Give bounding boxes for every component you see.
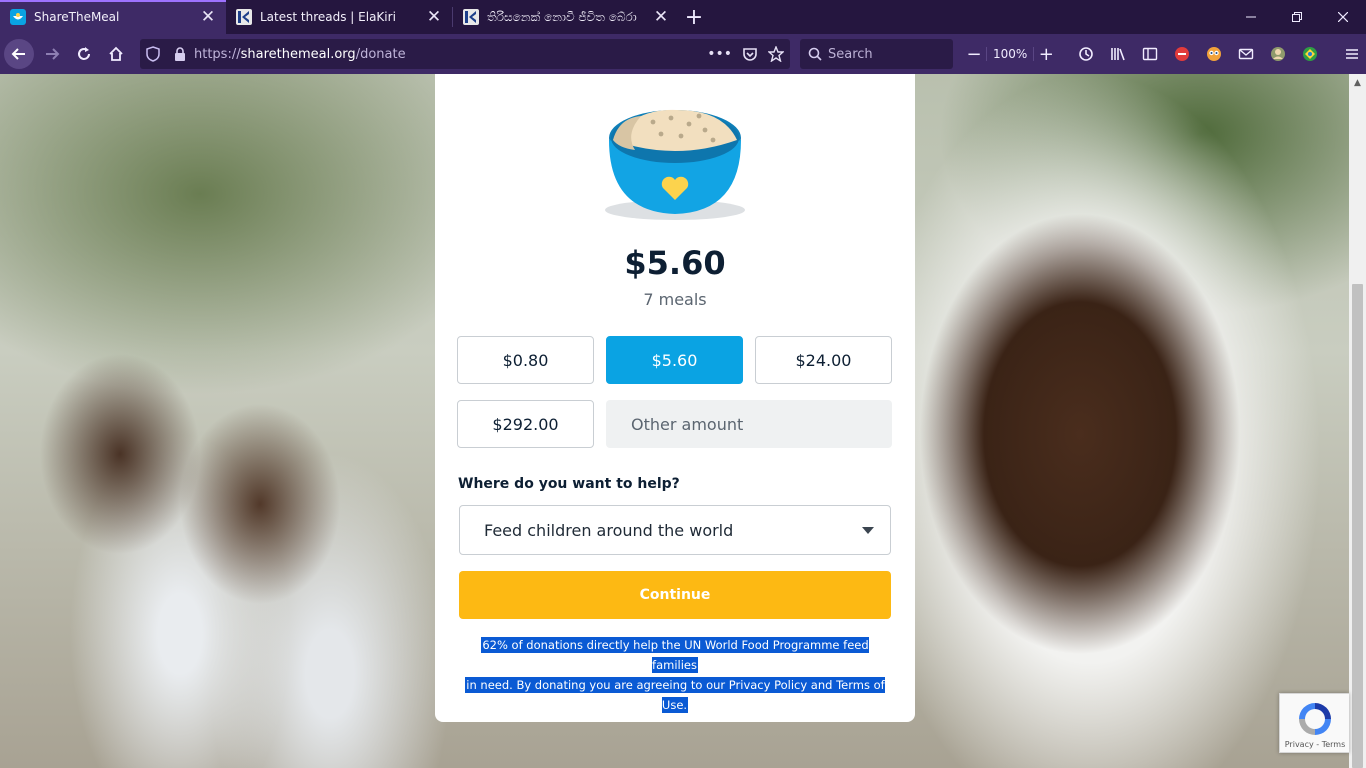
main-menu-button[interactable] xyxy=(1336,39,1366,69)
library-icon xyxy=(1111,48,1125,61)
meal-bowl-illustration xyxy=(605,109,745,220)
amount-option-button[interactable]: $292.00 xyxy=(457,400,594,448)
toolbar-icons xyxy=(1070,39,1366,69)
minimize-button[interactable] xyxy=(1228,0,1274,34)
extension-avatar-button[interactable] xyxy=(1262,39,1294,69)
tab-elakiri-post[interactable]: තිරිසනෙක් නොවී ජීවිත බේරා ✕ xyxy=(453,0,679,34)
help-location-label: Where do you want to help? xyxy=(458,476,680,492)
extension-owl-button[interactable] xyxy=(1198,39,1230,69)
history-button[interactable] xyxy=(1070,39,1102,69)
tab-label: Latest threads | ElaKiri xyxy=(260,10,396,24)
zoom-level[interactable]: 100% xyxy=(986,47,1035,61)
zoom-in-button[interactable]: + xyxy=(1034,44,1058,65)
navigation-toolbar: https://sharethemeal.org/donate ••• Sear… xyxy=(0,34,1366,74)
zoom-out-button[interactable]: − xyxy=(962,44,986,65)
url-host: sharethemeal.org xyxy=(240,46,356,62)
elakiri-favicon-icon xyxy=(236,9,252,25)
pocket-icon[interactable] xyxy=(742,46,758,62)
continue-button[interactable]: Continue xyxy=(459,571,891,619)
recaptcha-logo-icon xyxy=(1299,703,1331,735)
close-tab-icon[interactable]: ✕ xyxy=(653,7,669,27)
minimize-icon xyxy=(1246,16,1256,18)
avatar-extension-icon xyxy=(1271,47,1285,61)
url-scheme: https:// xyxy=(194,46,241,62)
reload-button[interactable] xyxy=(68,38,100,70)
tracking-protection-shield-icon[interactable] xyxy=(146,46,160,62)
scroll-up-arrow-icon[interactable]: ▲ xyxy=(1349,74,1366,91)
donation-amount-display: $5.60 xyxy=(624,244,726,282)
close-icon xyxy=(1338,12,1348,22)
amount-option-button[interactable]: $24.00 xyxy=(755,336,892,384)
help-location-selected-value: Feed children around the world xyxy=(484,520,734,540)
search-box[interactable]: Search xyxy=(800,39,953,69)
sidebar-button[interactable] xyxy=(1134,39,1166,69)
restore-icon xyxy=(1292,12,1302,22)
ublock-extension-icon xyxy=(1175,47,1189,61)
disclaimer-line-1: 62% of donations directly help the UN Wo… xyxy=(481,637,869,673)
sidebar-icon xyxy=(1142,47,1158,61)
zoom-controls: − 100% + xyxy=(962,39,1058,69)
page-actions-menu-icon[interactable]: ••• xyxy=(707,46,732,62)
restore-button[interactable] xyxy=(1274,0,1320,34)
forward-arrow-icon xyxy=(46,48,60,60)
sharethemeal-favicon-icon xyxy=(10,9,26,25)
disclaimer-line-2: in need. By donating you are agreeing to… xyxy=(465,677,885,713)
back-arrow-icon xyxy=(11,48,25,60)
tab-elakiri-threads[interactable]: Latest threads | ElaKiri ✕ xyxy=(226,0,452,34)
close-tab-icon[interactable]: ✕ xyxy=(200,7,216,27)
back-button[interactable] xyxy=(4,39,34,69)
bookmark-star-icon[interactable] xyxy=(768,46,784,62)
recaptcha-privacy-terms[interactable]: Privacy - Terms xyxy=(1280,740,1350,749)
forward-button[interactable] xyxy=(36,38,68,70)
amount-option-button[interactable]: $0.80 xyxy=(457,336,594,384)
extension-green-button[interactable] xyxy=(1294,39,1326,69)
other-amount-input[interactable]: Other amount xyxy=(606,400,892,448)
home-icon xyxy=(109,46,123,61)
help-location-select[interactable]: Feed children around the world xyxy=(459,505,891,555)
url-actions: ••• xyxy=(707,46,784,62)
amount-option-button-selected[interactable]: $5.60 xyxy=(606,336,743,384)
library-button[interactable] xyxy=(1102,39,1134,69)
donation-disclaimer: 62% of donations directly help the UN Wo… xyxy=(459,635,891,715)
donation-card: $5.60 7 meals $0.80 $5.60 $24.00 $292.00… xyxy=(435,74,915,722)
search-icon xyxy=(808,47,822,61)
new-tab-button[interactable]: + xyxy=(679,0,709,34)
tab-sharethemeal[interactable]: ShareTheMeal ✕ xyxy=(0,0,226,34)
url-text[interactable]: https://sharethemeal.org/donate xyxy=(194,47,707,62)
recaptcha-badge[interactable]: Privacy - Terms xyxy=(1279,693,1349,753)
tab-label: ShareTheMeal xyxy=(34,10,120,24)
extension-red-button[interactable] xyxy=(1166,39,1198,69)
mail-button[interactable] xyxy=(1230,39,1262,69)
close-window-button[interactable] xyxy=(1320,0,1366,34)
home-button[interactable] xyxy=(100,38,132,70)
url-path: /donate xyxy=(355,46,406,62)
green-extension-icon xyxy=(1303,47,1317,61)
search-placeholder: Search xyxy=(828,46,873,62)
lock-icon[interactable] xyxy=(174,47,186,61)
close-tab-icon[interactable]: ✕ xyxy=(426,7,442,27)
tab-strip: ShareTheMeal ✕ Latest threads | ElaKiri … xyxy=(0,0,1366,34)
owl-extension-icon xyxy=(1207,47,1221,61)
chevron-down-icon xyxy=(862,527,874,534)
elakiri-favicon-icon xyxy=(463,9,479,25)
tab-label: තිරිසනෙක් නොවී ජීවිත බේරා xyxy=(487,9,637,24)
page-viewport: $5.60 7 meals $0.80 $5.60 $24.00 $292.00… xyxy=(0,74,1349,768)
url-bar[interactable]: https://sharethemeal.org/donate ••• xyxy=(140,39,790,69)
window-controls xyxy=(1228,0,1366,34)
page-scrollbar[interactable]: ▲ xyxy=(1349,74,1366,768)
reload-icon xyxy=(78,47,90,60)
mail-icon xyxy=(1238,48,1254,60)
history-clock-icon xyxy=(1079,47,1093,61)
hamburger-menu-icon xyxy=(1346,49,1358,59)
scrollbar-thumb[interactable] xyxy=(1352,284,1363,768)
meals-count-display: 7 meals xyxy=(643,290,707,309)
